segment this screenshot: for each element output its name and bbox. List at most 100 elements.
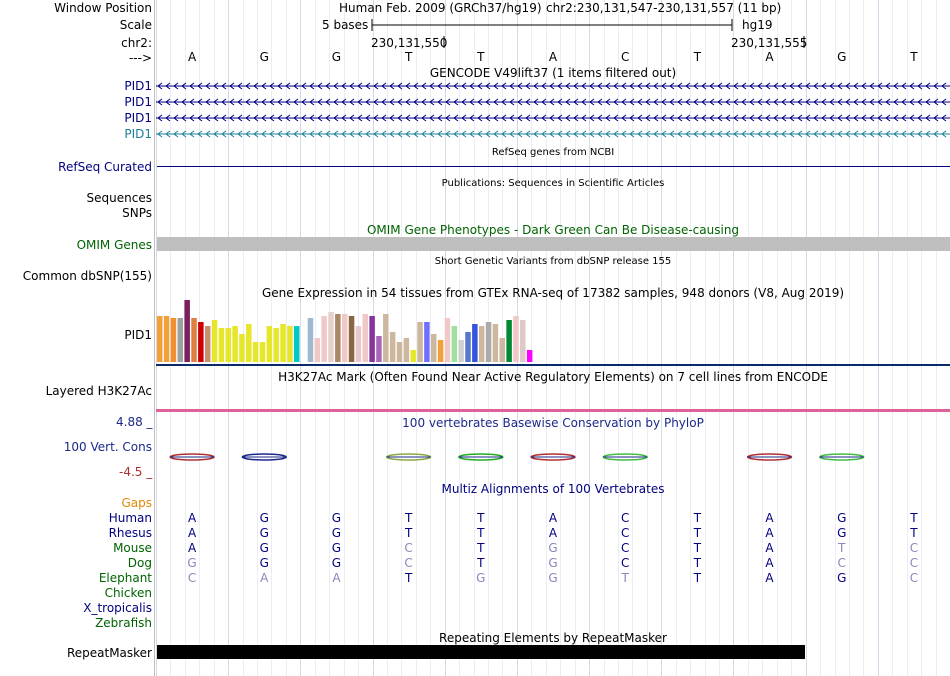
- species-label[interactable]: Chicken: [105, 586, 152, 600]
- gtex-tissue-bar: [451, 326, 458, 362]
- gtex-tissue-bar: [389, 332, 396, 362]
- gtex-tissue-bar: [383, 314, 389, 362]
- gtex-tissue-bar: [198, 322, 204, 362]
- alignment-base: G: [187, 556, 197, 570]
- repeatmasker-element[interactable]: [157, 645, 805, 659]
- gencode-title: GENCODE V49lift37 (1 items filtered out): [429, 66, 677, 80]
- reference-base: A: [548, 50, 558, 64]
- alignment-base: T: [477, 556, 485, 570]
- gencode-transcript[interactable]: [156, 81, 950, 91]
- gtex-tissue-bar: [266, 326, 273, 362]
- repeatmasker-label[interactable]: RepeatMasker: [67, 646, 152, 660]
- gtex-expression-chart[interactable]: [156, 298, 556, 364]
- gtex-gene-label[interactable]: PID1: [124, 328, 152, 342]
- alignment-base: C: [620, 556, 630, 570]
- alignment-base: C: [620, 511, 630, 525]
- alignment-base: T: [404, 526, 413, 540]
- multiz-title: Multiz Alignments of 100 Vertebrates: [441, 482, 665, 496]
- gtex-tissue-bar: [232, 326, 238, 362]
- reference-base: A: [187, 50, 197, 64]
- gtex-tissue-bar: [485, 322, 492, 362]
- phylop-max-value: 4.88 _: [116, 415, 153, 429]
- gtex-tissue-bar: [287, 326, 293, 362]
- gtex-tissue-bar: [307, 318, 314, 362]
- gencode-transcript[interactable]: [156, 97, 950, 107]
- alignment-base: G: [476, 571, 486, 585]
- refseq-gene-line[interactable]: [157, 166, 950, 167]
- species-label[interactable]: Mouse: [113, 541, 152, 555]
- gencode-transcript[interactable]: [156, 129, 950, 139]
- omim-gene-bar[interactable]: [157, 237, 950, 251]
- h3k27ac-signal-line[interactable]: [156, 409, 950, 412]
- omim-label[interactable]: OMIM Genes: [77, 238, 152, 252]
- alignment-base: G: [837, 571, 847, 585]
- alignment-base: A: [765, 541, 774, 555]
- refseq-title: RefSeq genes from NCBI: [491, 147, 615, 158]
- gencode-gene-label[interactable]: PID1: [124, 111, 152, 125]
- gtex-tissue-bar: [273, 328, 279, 362]
- refseq-label[interactable]: RefSeq Curated: [58, 160, 152, 174]
- gtex-tissue-bar: [478, 326, 485, 362]
- alignment-base: A: [765, 556, 774, 570]
- gtex-tissue-bar: [252, 342, 259, 362]
- gtex-tissue-bar: [506, 320, 512, 362]
- alignment-base: C: [909, 571, 919, 585]
- alignment-base: T: [693, 571, 702, 585]
- alignment-base: T: [910, 511, 918, 525]
- position-readout: chr2:230,131,547-230,131,557 (11 bp): [546, 1, 782, 15]
- gtex-tissue-bar: [341, 314, 348, 362]
- gtex-tissue-bar: [362, 314, 368, 362]
- alignment-base: T: [693, 511, 702, 525]
- window-position-label: Window Position: [54, 1, 152, 15]
- gencode-gene-label[interactable]: PID1: [124, 79, 152, 93]
- phylop-label[interactable]: 100 Vert. Cons: [64, 440, 152, 454]
- dbsnp-label[interactable]: Common dbSNP(155): [23, 269, 152, 283]
- gtex-tissue-bar: [218, 328, 225, 362]
- alignment-base: G: [259, 526, 269, 540]
- gtex-tissue-bar: [444, 318, 451, 362]
- alignment-base: C: [404, 556, 413, 570]
- gtex-tissue-bar: [431, 334, 437, 362]
- gencode-gene-label[interactable]: PID1: [124, 95, 152, 109]
- snps-label[interactable]: SNPs: [122, 206, 152, 220]
- gtex-tissue-bar: [177, 318, 184, 362]
- species-label[interactable]: Rhesus: [109, 526, 152, 540]
- scale-ruler: [371, 19, 805, 48]
- gtex-tissue-bar: [526, 350, 533, 362]
- species-label[interactable]: Zebrafish: [95, 616, 152, 630]
- reference-base: T: [910, 50, 918, 64]
- alignment-base: A: [765, 571, 774, 585]
- dbsnp-title: Short Genetic Variants from dbSNP releas…: [434, 256, 672, 267]
- gtex-tissue-bar: [465, 332, 471, 362]
- gencode-gene-label[interactable]: PID1: [124, 127, 152, 141]
- gtex-tissue-bar: [157, 316, 163, 362]
- alignment-base: C: [909, 556, 919, 570]
- alignment-base: C: [620, 541, 630, 555]
- repeatmasker-title: Repeating Elements by RepeatMasker: [439, 631, 667, 645]
- alignment-base: A: [187, 511, 197, 525]
- h3k27ac-title: H3K27Ac Mark (Often Found Near Active Re…: [278, 370, 828, 384]
- alignment-base: G: [331, 556, 342, 570]
- alignment-base: T: [404, 511, 413, 525]
- gencode-transcript[interactable]: [156, 113, 950, 123]
- chrom-label: chr2:: [121, 36, 152, 50]
- gaps-label[interactable]: Gaps: [121, 496, 152, 510]
- gtex-tissue-bar: [437, 340, 444, 362]
- species-label[interactable]: Human: [109, 511, 152, 525]
- alignment-base: G: [837, 511, 847, 525]
- species-label[interactable]: Elephant: [99, 571, 152, 585]
- gtex-tissue-bar: [328, 312, 334, 362]
- alignment-base: T: [693, 556, 702, 570]
- gtex-tissue-bar: [348, 316, 355, 362]
- alignment-base: G: [548, 556, 558, 570]
- species-label[interactable]: Dog: [128, 556, 152, 570]
- reference-base: T: [693, 50, 702, 64]
- reference-base: G: [259, 50, 269, 64]
- alignment-base: A: [765, 511, 774, 525]
- reference-base: C: [620, 50, 630, 64]
- h3k27ac-label[interactable]: Layered H3K27Ac: [46, 384, 152, 398]
- phylop-conservation-plot[interactable]: [156, 445, 950, 469]
- phylop-min-value: -4.5 _: [119, 465, 153, 479]
- sequences-label[interactable]: Sequences: [87, 191, 152, 205]
- species-label[interactable]: X_tropicalis: [83, 601, 152, 615]
